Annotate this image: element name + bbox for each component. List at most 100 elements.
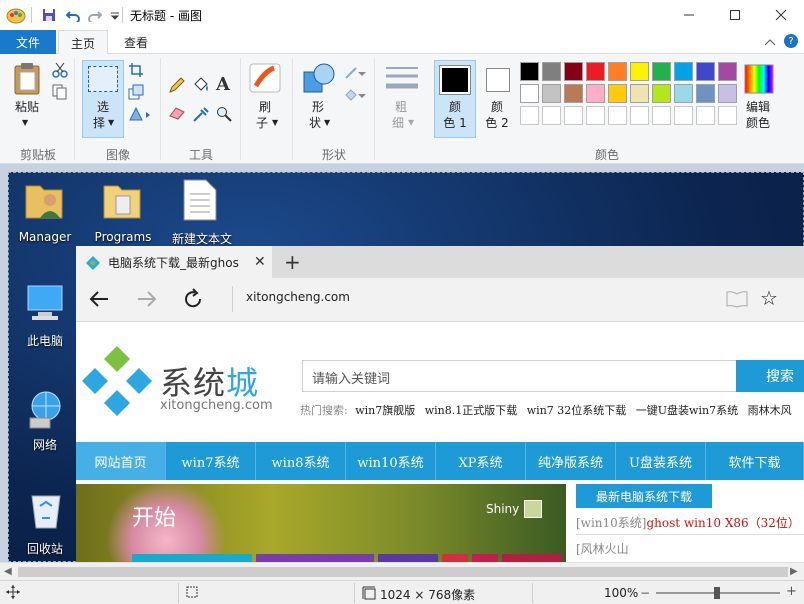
new-tab-icon[interactable]: +	[284, 250, 301, 274]
refresh-icon[interactable]	[182, 288, 204, 313]
scrollbar-thumb[interactable]	[18, 567, 788, 577]
color-picker-icon[interactable]	[192, 106, 210, 125]
palette-color-swatch[interactable]	[564, 62, 583, 81]
back-icon[interactable]	[88, 288, 110, 313]
palette-color-swatch[interactable]	[520, 84, 539, 103]
hot-search-link[interactable]: win7旗舰版	[355, 404, 415, 417]
palette-color-swatch[interactable]	[652, 62, 671, 81]
favorite-star-icon[interactable]: ☆	[760, 286, 778, 310]
tab-file[interactable]: 文件	[0, 30, 56, 54]
tab-close-icon[interactable]: ✕	[254, 254, 266, 270]
paste-icon[interactable]	[12, 62, 44, 99]
site-nav-item[interactable]: 纯净版系统	[526, 442, 616, 480]
site-nav-item[interactable]: 网站首页	[76, 442, 166, 480]
palette-custom-swatch[interactable]	[542, 106, 561, 125]
paste-button[interactable]: 粘贴	[8, 100, 46, 115]
news-item[interactable]: [风林火山	[576, 540, 629, 557]
horizontal-scrollbar[interactable]: ◀ ▶	[0, 562, 804, 580]
palette-custom-swatch[interactable]	[630, 106, 649, 125]
minimize-icon[interactable]	[666, 0, 712, 30]
zoom-slider-thumb[interactable]	[714, 587, 720, 599]
palette-custom-swatch[interactable]	[520, 106, 539, 125]
magnifier-icon[interactable]	[216, 106, 232, 125]
palette-color-swatch[interactable]	[630, 62, 649, 81]
hot-search-link[interactable]: win7 32位系统下载	[527, 404, 627, 417]
resize-icon[interactable]	[128, 84, 144, 103]
hot-search-link[interactable]: 雨林木风	[748, 404, 792, 417]
select-dropdown-icon[interactable]: ▼	[108, 118, 114, 127]
cut-icon[interactable]	[52, 62, 68, 81]
news-header[interactable]: 最新电脑系统下载	[576, 484, 712, 508]
palette-color-swatch[interactable]	[674, 84, 693, 103]
brushes-icon[interactable]	[248, 62, 282, 97]
palette-color-swatch[interactable]	[652, 84, 671, 103]
save-icon[interactable]	[40, 6, 58, 24]
palette-color-swatch[interactable]	[586, 62, 605, 81]
edit-colors-icon[interactable]	[744, 64, 774, 97]
palette-custom-swatch[interactable]	[564, 106, 583, 125]
scroll-right-icon[interactable]: ▶	[790, 566, 798, 577]
palette-custom-swatch[interactable]	[608, 106, 627, 125]
site-banner[interactable]: 开始 Shiny	[76, 484, 566, 562]
tab-home[interactable]: 主页	[58, 30, 108, 55]
news-title[interactable]: ghost win10 X86（32位）	[646, 516, 799, 530]
collapse-ribbon-icon[interactable]	[764, 36, 776, 50]
site-nav-item[interactable]: win10系统	[346, 442, 436, 480]
palette-color-swatch[interactable]	[608, 62, 627, 81]
shapes-icon[interactable]	[302, 62, 336, 99]
help-icon[interactable]: ?	[784, 34, 798, 48]
pencil-icon[interactable]	[168, 76, 186, 97]
palette-color-swatch[interactable]	[696, 84, 715, 103]
site-nav-item[interactable]: win7系统	[166, 442, 256, 480]
zoom-in-icon[interactable]: +	[786, 584, 797, 599]
thickness-icon[interactable]	[386, 64, 418, 97]
hot-search-link[interactable]: 一键U盘装win7系统	[636, 404, 738, 417]
palette-color-swatch[interactable]	[630, 84, 649, 103]
palette-color-swatch[interactable]	[696, 62, 715, 81]
thickness-dropdown-icon[interactable]: ▼	[408, 118, 414, 127]
outline-icon[interactable]	[344, 66, 366, 83]
fill-dropdown-icon[interactable]	[344, 88, 366, 105]
site-search-button[interactable]: 搜索	[736, 360, 804, 392]
paste-dropdown-icon[interactable]: ▼	[22, 118, 28, 127]
address-bar[interactable]: xitongcheng.com	[246, 290, 350, 304]
tab-view[interactable]: 查看	[112, 30, 160, 54]
forward-icon[interactable]	[136, 288, 158, 313]
news-item[interactable]: [win10系统]ghost win10 X86（32位）	[576, 514, 804, 531]
undo-icon[interactable]	[64, 6, 82, 24]
site-nav-item[interactable]: U盘装系统	[616, 442, 706, 480]
palette-custom-swatch[interactable]	[652, 106, 671, 125]
scroll-left-icon[interactable]: ◀	[4, 566, 12, 577]
close-icon[interactable]	[758, 0, 804, 30]
palette-color-swatch[interactable]	[718, 84, 737, 103]
palette-color-swatch[interactable]	[564, 84, 583, 103]
fill-icon[interactable]	[192, 76, 210, 97]
site-nav-item[interactable]: win8系统	[256, 442, 346, 480]
palette-color-swatch[interactable]	[520, 62, 539, 81]
text-tool-icon[interactable]: A	[216, 74, 230, 95]
palette-custom-swatch[interactable]	[674, 106, 693, 125]
palette-color-swatch[interactable]	[608, 84, 627, 103]
rotate-icon[interactable]	[128, 106, 152, 125]
palette-custom-swatch[interactable]	[586, 106, 605, 125]
shapes-dropdown-icon[interactable]: ▼	[324, 118, 330, 127]
eraser-icon[interactable]	[168, 106, 186, 123]
palette-custom-swatch[interactable]	[696, 106, 715, 125]
brushes-dropdown-icon[interactable]: ▼	[272, 118, 278, 127]
palette-color-swatch[interactable]	[542, 62, 561, 81]
site-nav-item[interactable]: 软件下载	[706, 442, 804, 480]
palette-color-swatch[interactable]	[586, 84, 605, 103]
zoom-out-icon[interactable]: −	[640, 586, 650, 600]
site-nav-item[interactable]: XP系统	[436, 442, 526, 480]
paint-app-icon[interactable]	[6, 6, 26, 24]
palette-color-swatch[interactable]	[542, 84, 561, 103]
reading-view-icon[interactable]	[726, 290, 748, 311]
palette-custom-swatch[interactable]	[718, 106, 737, 125]
copy-icon[interactable]	[52, 84, 68, 103]
redo-icon[interactable]	[86, 6, 104, 24]
maximize-icon[interactable]	[712, 0, 758, 30]
hot-search-link[interactable]: win8.1正式版下载	[425, 404, 518, 417]
palette-color-swatch[interactable]	[674, 62, 693, 81]
crop-icon[interactable]	[128, 62, 144, 81]
palette-color-swatch[interactable]	[718, 62, 737, 81]
